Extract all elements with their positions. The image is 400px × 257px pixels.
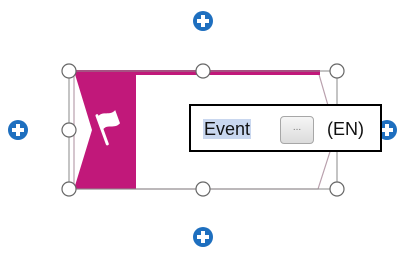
resize-handle-bottom-right[interactable] bbox=[329, 181, 345, 197]
diagram-canvas: Event ... (EN) bbox=[0, 0, 400, 257]
resize-handle-top-right[interactable] bbox=[329, 63, 345, 79]
connector-handle-left[interactable] bbox=[8, 120, 28, 140]
connector-handle-bottom[interactable] bbox=[193, 227, 213, 247]
inline-text-editor[interactable]: Event ... (EN) bbox=[189, 104, 382, 152]
resize-handle-bottom-left[interactable] bbox=[61, 181, 77, 197]
language-indicator: (EN) bbox=[327, 119, 364, 139]
connector-handle-top[interactable] bbox=[193, 11, 213, 31]
more-options-button[interactable]: ... bbox=[280, 116, 314, 144]
resize-handle-top[interactable] bbox=[195, 63, 211, 79]
resize-handle-bottom[interactable] bbox=[195, 181, 211, 197]
resize-handle-left[interactable] bbox=[61, 122, 77, 138]
resize-handle-top-left[interactable] bbox=[61, 63, 77, 79]
shape-label-input[interactable]: Event bbox=[203, 119, 252, 139]
